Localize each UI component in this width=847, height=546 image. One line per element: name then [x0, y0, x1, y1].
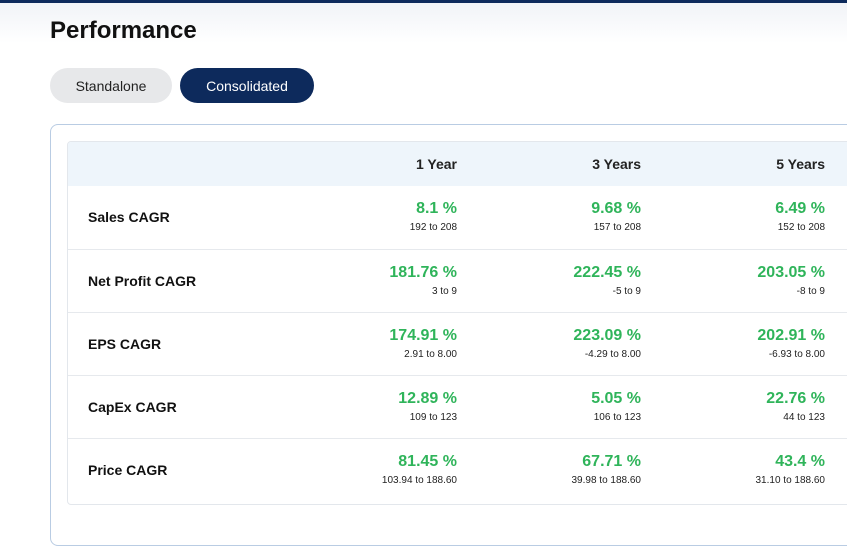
table-row: CapEx CAGR 12.89 % 109 to 123 5.05 % 106 t… [68, 375, 847, 438]
cagr-value: 81.45 % [398, 452, 457, 470]
cagr-value: 5.05 % [591, 389, 641, 407]
cell-1-year: 81.45 % 103.94 to 188.60 [288, 438, 457, 501]
row-spacer [825, 438, 847, 501]
table-header-row: 1 Year 3 Years 5 Years [68, 142, 847, 186]
cell-3-years: 5.05 % 106 to 123 [457, 375, 641, 438]
cell-3-years: 9.68 % 157 to 208 [457, 186, 641, 249]
cagr-value: 223.09 % [573, 326, 641, 344]
row-spacer [825, 249, 847, 312]
cell-3-years: 223.09 % -4.29 to 8.00 [457, 312, 641, 375]
cagr-value: 12.89 % [398, 389, 457, 407]
table-row: Net Profit CAGR 181.76 % 3 to 9 222.45 % -… [68, 249, 847, 312]
cagr-range: 152 to 208 [777, 222, 825, 234]
cagr-range: 192 to 208 [409, 222, 457, 234]
page-title: Performance [50, 17, 197, 44]
header-5-years: 5 Years [776, 156, 825, 172]
cagr-range: -5 to 9 [612, 285, 641, 297]
table-row: Sales CAGR 8.1 % 192 to 208 9.68 % 157 to … [68, 186, 847, 249]
cell-5-years: 6.49 % 152 to 208 [641, 186, 825, 249]
cagr-value: 203.05 % [757, 263, 825, 281]
cagr-range: 157 to 208 [593, 222, 641, 234]
row-label: CapEx CAGR [88, 398, 177, 415]
row-spacer [825, 375, 847, 438]
cagr-range: -6.93 to 8.00 [768, 348, 825, 360]
cell-3-years: 222.45 % -5 to 9 [457, 249, 641, 312]
row-spacer [825, 186, 847, 249]
cagr-value: 8.1 % [416, 200, 457, 218]
cell-5-years: 202.91 % -6.93 to 8.00 [641, 312, 825, 375]
header-metric [68, 142, 288, 186]
header-1-year: 1 Year [415, 156, 457, 172]
standalone-toggle-button[interactable]: Standalone [50, 68, 172, 103]
cell-1-year: 12.89 % 109 to 123 [288, 375, 457, 438]
row-label: EPS CAGR [88, 335, 162, 352]
table-row: Price CAGR 81.45 % 103.94 to 188.60 67.71… [68, 438, 847, 501]
cell-1-year: 174.91 % 2.91 to 8.00 [288, 312, 457, 375]
cagr-range: -4.29 to 8.00 [584, 348, 641, 360]
cell-3-years: 67.71 % 39.98 to 188.60 [457, 438, 641, 501]
cagr-value: 202.91 % [757, 326, 825, 344]
cagr-table: 1 Year 3 Years 5 Years Sales CAGR 8.1 % 1… [68, 142, 847, 501]
cagr-range: 31.10 to 188.60 [755, 474, 825, 486]
cagr-range: 109 to 123 [409, 411, 457, 423]
cagr-value: 222.45 % [573, 263, 641, 281]
cagr-value: 6.49 % [775, 200, 825, 218]
cagr-value: 22.76 % [766, 389, 825, 407]
cell-5-years: 43.4 % 31.10 to 188.60 [641, 438, 825, 501]
table-row: EPS CAGR 174.91 % 2.91 to 8.00 223.09 % -4… [68, 312, 847, 375]
cagr-value: 67.71 % [582, 452, 641, 470]
view-toggle-group: Standalone Consolidated [50, 68, 314, 103]
cagr-range: -8 to 9 [796, 285, 825, 297]
cagr-table-container: 1 Year 3 Years 5 Years Sales CAGR 8.1 % 1… [67, 141, 847, 505]
cagr-range: 103.94 to 188.60 [381, 474, 457, 486]
cagr-value: 174.91 % [389, 326, 457, 344]
cagr-range: 106 to 123 [593, 411, 641, 423]
cell-1-year: 181.76 % 3 to 9 [288, 249, 457, 312]
cagr-value: 9.68 % [591, 200, 641, 218]
cagr-range: 39.98 to 188.60 [571, 474, 641, 486]
cagr-range: 44 to 123 [783, 411, 825, 423]
header-spacer [825, 142, 847, 186]
cell-5-years: 203.05 % -8 to 9 [641, 249, 825, 312]
row-spacer [825, 312, 847, 375]
row-label: Price CAGR [88, 461, 168, 478]
cagr-value: 181.76 % [389, 263, 457, 281]
row-label: Net Profit CAGR [88, 272, 197, 289]
cell-5-years: 22.76 % 44 to 123 [641, 375, 825, 438]
cagr-range: 2.91 to 8.00 [404, 348, 457, 360]
cagr-value: 43.4 % [775, 452, 825, 470]
cell-1-year: 8.1 % 192 to 208 [288, 186, 457, 249]
cagr-range: 3 to 9 [431, 285, 457, 297]
row-label: Sales CAGR [88, 209, 170, 226]
consolidated-toggle-button[interactable]: Consolidated [180, 68, 314, 103]
header-3-years: 3 Years [592, 156, 641, 172]
